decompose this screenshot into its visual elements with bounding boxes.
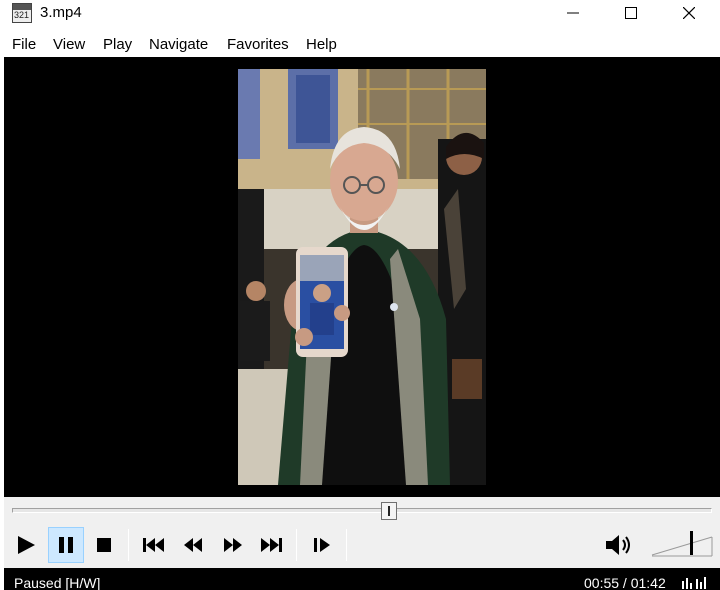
stop-button[interactable] xyxy=(86,527,122,563)
pause-icon xyxy=(59,537,73,553)
volume-ramp xyxy=(651,531,713,557)
playback-status: Paused [H/W] xyxy=(14,575,101,590)
menu-view[interactable]: View xyxy=(53,36,85,53)
separator xyxy=(128,529,129,561)
menu-favorites[interactable]: Favorites xyxy=(227,36,289,53)
next-chapter-button[interactable] xyxy=(254,527,290,563)
app-icon-text: 321 xyxy=(14,10,30,20)
window-title: 3.mp4 xyxy=(40,4,82,21)
skip-forward-icon xyxy=(261,538,282,552)
mute-button[interactable] xyxy=(600,527,636,563)
seek-track[interactable] xyxy=(12,508,712,513)
minimize-button[interactable] xyxy=(544,0,602,26)
play-button[interactable] xyxy=(8,527,44,563)
speaker-icon xyxy=(606,535,630,555)
video-frame xyxy=(238,69,486,485)
volume-thumb xyxy=(690,531,693,555)
play-icon xyxy=(18,536,35,554)
minimize-icon xyxy=(567,12,579,14)
pause-button[interactable] xyxy=(48,527,84,563)
frame-step-icon xyxy=(314,538,330,552)
menu-file[interactable]: File xyxy=(12,36,36,53)
frame-step-button[interactable] xyxy=(304,527,340,563)
rewind-icon xyxy=(184,538,202,552)
audio-bars-icon xyxy=(682,577,706,589)
app-icon: 321 xyxy=(12,3,32,23)
maximize-icon xyxy=(625,7,637,19)
rewind-button[interactable] xyxy=(175,527,211,563)
previous-chapter-button[interactable] xyxy=(135,527,171,563)
seek-thumb[interactable] xyxy=(381,502,398,520)
menu-bar: File View Play Navigate Favorites Help xyxy=(0,32,720,56)
stop-icon xyxy=(97,538,111,552)
separator xyxy=(346,529,347,561)
video-area[interactable] xyxy=(4,57,720,497)
skip-back-icon xyxy=(143,538,164,552)
fast-forward-icon xyxy=(224,538,242,552)
time-display: 00:55 / 01:42 xyxy=(584,575,666,590)
title-bar: 321 3.mp4 xyxy=(0,0,720,28)
separator xyxy=(296,529,297,561)
seek-bar-area xyxy=(4,497,720,523)
close-icon xyxy=(683,7,695,19)
fast-forward-button[interactable] xyxy=(215,527,251,563)
playback-controls xyxy=(4,523,720,568)
status-bar: Paused [H/W] 00:55 / 01:42 xyxy=(4,568,720,590)
maximize-button[interactable] xyxy=(602,0,660,26)
menu-navigate[interactable]: Navigate xyxy=(149,36,208,53)
menu-play[interactable]: Play xyxy=(103,36,132,53)
close-button[interactable] xyxy=(660,0,718,26)
video-still xyxy=(238,69,486,485)
menu-help[interactable]: Help xyxy=(306,36,337,53)
volume-slider[interactable] xyxy=(650,529,714,559)
